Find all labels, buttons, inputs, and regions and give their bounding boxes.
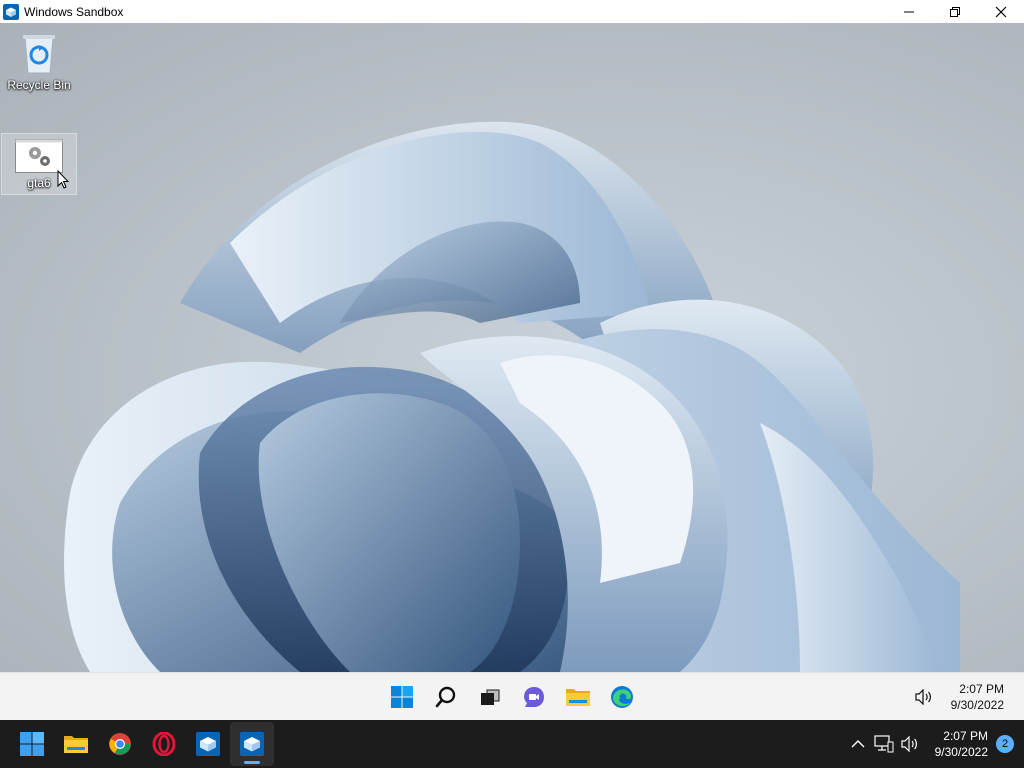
host-chrome-button[interactable] xyxy=(98,722,142,766)
sandbox-icon xyxy=(196,732,220,756)
volume-icon xyxy=(915,689,931,705)
sandbox-active-icon xyxy=(240,732,264,756)
chevron-up-icon xyxy=(851,740,865,748)
sandbox-app-icon xyxy=(3,3,19,20)
host-clock-date: 9/30/2022 xyxy=(934,745,988,759)
window-controls xyxy=(886,0,1024,23)
host-system-tray: 2:07 PM 9/30/2022 2 xyxy=(845,720,1024,768)
edge-icon xyxy=(611,686,633,708)
host-volume-button[interactable] xyxy=(898,732,922,756)
settings-file-icon xyxy=(15,139,63,173)
host-taskbar-apps xyxy=(10,720,274,768)
bloom-wallpaper xyxy=(64,121,961,672)
sandbox-clock-date: 9/30/2022 xyxy=(950,698,1004,712)
search-icon xyxy=(435,686,456,708)
file-explorer-icon xyxy=(566,689,590,706)
host-clock-time: 2:07 PM xyxy=(943,729,988,743)
mouse-cursor-icon xyxy=(57,170,69,189)
sandbox-window: Windows Sandbox Recycle Bin gta6 2:07 PM… xyxy=(0,0,1024,720)
sandbox-file-explorer-button[interactable] xyxy=(556,675,600,719)
sandbox-start-button[interactable] xyxy=(380,675,424,719)
network-icon xyxy=(874,735,894,753)
sandbox-volume-button[interactable] xyxy=(912,685,936,709)
sandbox-taskbar: 2:07 PM 9/30/2022 xyxy=(0,672,1024,720)
sandbox-clock-time: 2:07 PM xyxy=(959,682,1004,696)
title-bar[interactable]: Windows Sandbox xyxy=(0,0,1024,23)
network-button[interactable] xyxy=(872,732,896,756)
close-button[interactable] xyxy=(978,0,1024,23)
sandbox-chat-button[interactable] xyxy=(512,675,556,719)
sandbox-task-view-button[interactable] xyxy=(468,675,512,719)
restore-icon xyxy=(950,6,960,17)
volume-icon xyxy=(901,736,917,752)
window-title: Windows Sandbox xyxy=(24,4,124,19)
host-sandbox-button[interactable] xyxy=(186,722,230,766)
host-clock[interactable]: 2:07 PM 9/30/2022 xyxy=(935,728,988,760)
chrome-icon xyxy=(109,733,131,755)
sandbox-clock[interactable]: 2:07 PM 9/30/2022 xyxy=(951,681,1004,713)
sandbox-desktop[interactable]: Recycle Bin gta6 xyxy=(0,23,1024,672)
sandbox-taskbar-apps xyxy=(380,673,644,721)
host-sandbox-active-button[interactable] xyxy=(230,722,274,766)
recycle-bin-icon xyxy=(23,35,55,74)
host-opera-button[interactable] xyxy=(142,722,186,766)
minimize-icon xyxy=(904,11,914,12)
windows-start-icon xyxy=(391,686,413,708)
host-taskbar: 2:07 PM 9/30/2022 2 xyxy=(0,720,1024,768)
desktop-icon-recycle-bin[interactable]: Recycle Bin xyxy=(1,31,77,92)
windows-start-icon xyxy=(20,732,44,756)
minimize-button[interactable] xyxy=(886,0,932,23)
task-view-icon xyxy=(481,689,500,705)
chat-icon xyxy=(524,687,544,707)
restore-button[interactable] xyxy=(932,0,978,23)
host-start-button[interactable] xyxy=(10,722,54,766)
close-icon xyxy=(995,6,1007,17)
sandbox-system-tray: 2:07 PM 9/30/2022 xyxy=(911,673,1024,721)
file-explorer-icon xyxy=(64,736,88,753)
notification-badge[interactable]: 2 xyxy=(996,735,1014,753)
sandbox-edge-button[interactable] xyxy=(600,675,644,719)
sandbox-search-button[interactable] xyxy=(424,675,468,719)
opera-icon xyxy=(152,732,176,756)
show-hidden-icons-button[interactable] xyxy=(846,732,870,756)
desktop-icon-label: Recycle Bin xyxy=(7,78,71,92)
desktop-icon-label: gta6 xyxy=(27,176,51,190)
host-file-explorer-button[interactable] xyxy=(54,722,98,766)
